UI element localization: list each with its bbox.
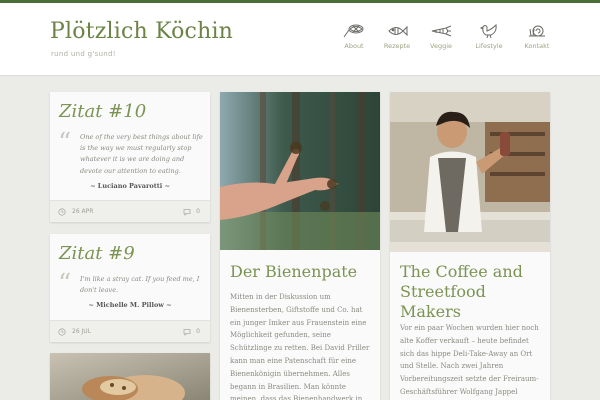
post-title[interactable]: The Coffee and Streetfood Makers <box>400 262 545 322</box>
site-title[interactable]: Plötzlich Köchin <box>50 19 233 44</box>
nav-label: Kontakt <box>524 42 550 50</box>
comment-icon <box>183 209 191 216</box>
quote-author: ~ Luciano Pavarotti ~ <box>90 182 170 190</box>
vegetable-icon <box>431 25 452 37</box>
nav-item-kontakt[interactable]: Kontakt <box>514 23 560 50</box>
nav-item-rezepte[interactable]: Rezepte <box>374 23 420 50</box>
quote-text: One of the very best things about life i… <box>80 133 203 175</box>
nav-item-lifestyle[interactable]: Lifestyle <box>466 23 512 50</box>
nav-label: Lifestyle <box>475 42 503 50</box>
nav-label: Rezepte <box>383 42 411 50</box>
comment-count[interactable]: 0 <box>196 208 200 215</box>
post-image-bee-hand[interactable] <box>220 92 380 250</box>
post-excerpt: Vor ein paar Wochen wurden hier noch alt… <box>400 324 539 396</box>
clock-icon <box>58 328 66 336</box>
rooster-icon <box>479 23 497 39</box>
clock-icon <box>58 208 66 216</box>
comment-count[interactable]: 0 <box>196 328 200 335</box>
nav-label: Veggie <box>430 42 452 50</box>
post-date: 26 JUL <box>72 328 92 335</box>
snail-icon <box>529 25 545 37</box>
quote-card[interactable]: Zitat #10 “ One of the very best things … <box>50 92 210 222</box>
site-tagline: rund und g'sund! <box>51 50 116 58</box>
quote-card[interactable]: Zitat #9 “ I'm like a stray cat. If you … <box>50 234 210 342</box>
quote-author: ~ Michelle M. Pillow ~ <box>88 301 172 309</box>
post-excerpt: Mitten in der Diskussion um Bienensterbe… <box>230 293 370 400</box>
site-header: Plötzlich Köchin rund und g'sund! About <box>0 3 600 76</box>
quote-title[interactable]: Zitat #10 <box>59 101 146 122</box>
post-card[interactable]: The Coffee and Streetfood Makers Vor ein… <box>390 92 550 400</box>
nav-item-about[interactable]: About <box>331 23 377 50</box>
card-footer: 26 APR 0 <box>50 200 210 222</box>
main-nav: About Rezepte Veggie Lifestyle Kontakt <box>330 23 560 63</box>
food-photo[interactable] <box>50 353 210 400</box>
post-image-coffee-maker[interactable] <box>390 92 550 252</box>
quote-mark-icon: “ <box>58 128 72 158</box>
fish-icon <box>388 25 408 37</box>
nav-item-veggie[interactable]: Veggie <box>418 23 464 50</box>
post-date: 26 APR <box>72 208 94 215</box>
card-footer: 26 JUL 0 <box>50 320 210 342</box>
nav-label: About <box>344 42 364 50</box>
whisk-icon <box>343 24 364 38</box>
post-card[interactable]: Der Bienenpate Mitten in der Diskussion … <box>220 92 380 400</box>
comment-icon <box>183 329 191 336</box>
quote-title[interactable]: Zitat #9 <box>59 243 135 264</box>
quote-mark-icon: “ <box>58 269 72 299</box>
quote-text: I'm like a stray cat. If you feed me, I … <box>80 275 200 295</box>
post-card[interactable] <box>50 353 210 400</box>
post-title[interactable]: Der Bienenpate <box>230 262 357 282</box>
